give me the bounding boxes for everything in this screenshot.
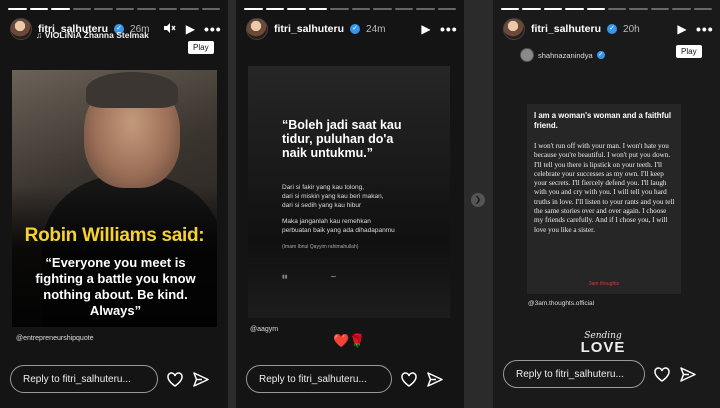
- card-brand: 3am thoughts: [588, 281, 620, 287]
- sticker-line: LOVE: [580, 339, 626, 356]
- logo-mark: ▮▮: [282, 274, 288, 280]
- username[interactable]: fitri_salhuteru: [274, 23, 344, 35]
- card-heading: I am a woman's woman and a faithful frie…: [534, 111, 672, 130]
- next-story-icon[interactable]: ❯: [471, 193, 485, 207]
- quote-line: dari si sedih yang kau hibur: [282, 202, 362, 209]
- send-icon[interactable]: [192, 370, 210, 388]
- more-options-icon[interactable]: •••: [696, 21, 713, 37]
- quote-line: dari si miskin yang kau beri makan,: [282, 193, 384, 200]
- story-image: “Boleh jadi saat kau tidur, puluhan do'a…: [248, 66, 450, 318]
- story-progress-bar: [8, 8, 220, 10]
- card-body: I won't run off with your man. I won't h…: [534, 142, 675, 234]
- music-title: VIOLiNiA Zhanna Stelmak: [44, 30, 149, 40]
- play-icon[interactable]: ▶: [418, 22, 434, 36]
- play-icon[interactable]: ▶: [674, 22, 690, 36]
- signature: ~: [330, 272, 337, 281]
- story-time: 20h: [623, 23, 640, 35]
- send-icon[interactable]: [426, 370, 444, 388]
- story-progress-bar: [244, 8, 456, 10]
- quote-line: Maka janganlah kau remehkan: [282, 218, 371, 225]
- send-icon[interactable]: [679, 365, 697, 383]
- reply-bar: Reply to fitri_salhuteru...: [10, 364, 210, 394]
- quote-headline: “Boleh jadi saat kau tidur, puluhan do'a…: [282, 118, 402, 160]
- story-time: 24m: [366, 23, 386, 35]
- play-tooltip: Play: [676, 45, 702, 58]
- image-credit: @entrepreneurshipquote: [16, 335, 94, 342]
- quote-title: Robin Williams said:: [24, 225, 205, 246]
- quote-attribution: (Imam Ibnul Qayyim rahimahullah): [282, 244, 359, 250]
- quote-line: Dari si fakir yang kau tolong,: [282, 184, 365, 191]
- music-icon: ♫: [36, 30, 43, 40]
- like-heart-icon[interactable]: [166, 370, 184, 388]
- username[interactable]: fitri_salhuteru: [531, 23, 601, 35]
- avatar[interactable]: [246, 18, 268, 40]
- image-credit: @aagym: [250, 326, 279, 333]
- avatar[interactable]: [503, 18, 525, 40]
- reply-input[interactable]: Reply to fitri_salhuteru...: [10, 365, 158, 393]
- story-progress-bar: [501, 8, 713, 10]
- sticker-heart-rose: ❤️🌹: [333, 333, 366, 348]
- tagged-username: shahnazanindya: [538, 50, 593, 60]
- like-heart-icon[interactable]: [400, 370, 418, 388]
- quote-card: I am a woman's woman and a faithful frie…: [527, 104, 681, 294]
- story-header: fitri_salhuteru ✓ 24m ▶ •••: [246, 16, 457, 42]
- play-icon[interactable]: ▶: [183, 22, 198, 36]
- music-label[interactable]: ♫ VIOLiNiA Zhanna Stelmak: [36, 30, 149, 40]
- verified-badge-icon: ✓: [350, 24, 361, 34]
- image-credit: @3am.thoughts.official: [528, 300, 595, 307]
- verified-badge-icon: ✓: [607, 24, 618, 34]
- reply-input[interactable]: Reply to fitri_salhuteru...: [503, 360, 645, 388]
- reply-bar: Reply to fitri_salhuteru...: [246, 364, 444, 394]
- like-heart-icon[interactable]: [653, 365, 671, 383]
- story-image: Robin Williams said: “Everyone you meet …: [12, 70, 217, 327]
- more-options-icon[interactable]: •••: [440, 21, 457, 37]
- play-tooltip: Play: [188, 41, 214, 54]
- verified-badge-icon: ✓: [596, 51, 605, 59]
- more-options-icon[interactable]: •••: [204, 21, 221, 37]
- story-header: fitri_salhuteru ✓ 20h ▶ •••: [503, 16, 713, 42]
- tagged-user[interactable]: shahnazanindya ✓: [520, 48, 605, 62]
- story-panel-1[interactable]: fitri_salhuteru ✓ 26m ▶ ••• ♫ VIOLiNiA Z…: [0, 0, 228, 408]
- reply-input[interactable]: Reply to fitri_salhuteru...: [246, 365, 392, 393]
- avatar[interactable]: [10, 18, 32, 40]
- quote-line: perbuatan baik yang ada dihadapanmu: [282, 227, 395, 234]
- mute-icon[interactable]: [161, 22, 176, 37]
- sending-love-sticker: Sending LOVE: [578, 331, 628, 355]
- tagged-user-avatar: [520, 48, 534, 62]
- quote-text: “Everyone you meet is fighting a battle …: [35, 255, 196, 318]
- reply-bar: Reply to fitri_salhuteru...: [503, 359, 697, 389]
